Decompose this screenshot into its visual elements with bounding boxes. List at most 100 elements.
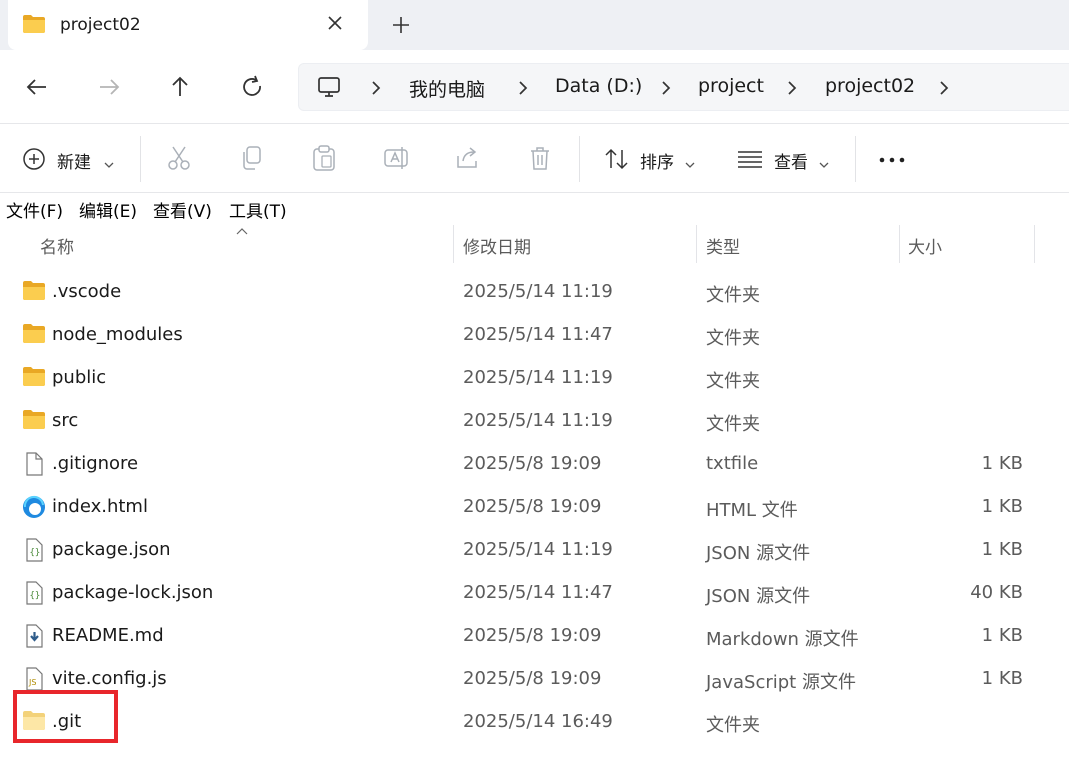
chevron-down-icon [104,154,114,173]
chevron-right-icon[interactable] [659,79,673,97]
file-name: index.html [52,496,148,517]
file-modified: 2025/5/8 19:09 [463,668,602,689]
column-header-modified[interactable]: 修改日期 [463,233,531,258]
file-name: README.md [52,625,164,646]
chevron-down-icon [819,154,829,173]
highlight-annotation-box [13,690,118,743]
svg-text:{}: {} [30,591,41,601]
tab-project02[interactable]: project02 [8,0,368,50]
more-options-icon[interactable] [878,144,908,174]
folder-icon [22,409,46,431]
file-type: txtfile [706,453,759,474]
new-tab-icon[interactable] [388,12,414,38]
new-button-label: 新建 [57,153,91,173]
delete-icon[interactable] [527,144,553,174]
file-name: package-lock.json [52,582,214,603]
file-size: 1 KB [981,668,1023,689]
toolbar-divider [579,136,580,182]
file-size: 40 KB [970,582,1023,603]
view-list-icon [737,147,763,175]
file-type: 文件夹 [706,328,760,349]
file-type: 文件夹 [706,715,760,736]
file-row[interactable]: .vscode 2025/5/14 11:19 文件夹 [0,270,1069,313]
chevron-right-icon[interactable] [937,79,951,97]
copy-icon[interactable] [239,144,265,174]
folder-icon [22,280,46,302]
cut-icon[interactable] [166,144,192,174]
text-file-icon [22,452,46,476]
file-name: public [52,367,107,388]
edge-html-icon [22,495,46,518]
file-size: 1 KB [981,453,1023,474]
toolbar-divider [140,136,141,182]
menu-tools[interactable]: 工具(T) [229,197,287,222]
column-divider[interactable] [1034,225,1035,263]
chevron-right-icon[interactable] [369,79,383,97]
markdown-file-icon [22,624,46,648]
forward-arrow-icon[interactable] [94,72,124,102]
plus-circle-icon [22,147,46,175]
menu-view[interactable]: 查看(V) [153,197,212,222]
file-row[interactable]: README.md 2025/5/8 19:09 Markdown 源文件 1 … [0,614,1069,657]
file-row[interactable]: public 2025/5/14 11:19 文件夹 [0,356,1069,399]
column-header-type[interactable]: 类型 [706,233,740,258]
file-row[interactable]: {} package-lock.json 2025/5/14 11:47 JSO… [0,571,1069,614]
back-arrow-icon[interactable] [22,72,52,102]
js-file-icon: JS [22,667,46,691]
file-name: package.json [52,539,171,560]
file-type: Markdown 源文件 [706,629,859,650]
folder-icon [22,14,46,38]
file-row[interactable]: index.html 2025/5/8 19:09 HTML 文件 1 KB [0,485,1069,528]
paste-icon[interactable] [311,144,337,174]
rename-icon[interactable] [383,144,409,174]
new-button[interactable]: 新建 [20,144,120,174]
toolbar-divider [855,136,856,182]
file-type: JSON 源文件 [706,586,811,607]
column-divider[interactable] [899,225,900,263]
file-type: HTML 文件 [706,500,798,521]
navigation-bar: 我的电脑 Data (D:) project project02 [0,50,1069,123]
file-row[interactable]: src 2025/5/14 11:19 文件夹 [0,399,1069,442]
file-type: 文件夹 [706,285,760,306]
command-bar: 新建 排序 查看 [0,123,1069,193]
file-row[interactable]: .git 2025/5/14 16:49 文件夹 [0,700,1069,743]
view-button[interactable]: 查看 [737,144,837,174]
sort-button[interactable]: 排序 [603,144,703,174]
column-header-name[interactable]: 名称 [40,233,74,258]
json-file-icon: {} [22,538,46,562]
computer-icon [317,75,341,103]
file-modified: 2025/5/14 16:49 [463,711,613,732]
file-name: .vscode [52,281,122,302]
column-divider[interactable] [696,225,697,263]
address-bar[interactable]: 我的电脑 Data (D:) project project02 [298,63,1069,111]
file-modified: 2025/5/8 19:09 [463,496,602,517]
svg-text:{}: {} [30,548,41,558]
column-header-size[interactable]: 大小 [908,233,942,258]
share-icon[interactable] [455,144,481,174]
up-arrow-icon[interactable] [165,72,195,102]
breadcrumb-data-drive[interactable]: Data (D:) [555,75,642,97]
chevron-down-icon [685,154,695,173]
file-row[interactable]: .gitignore 2025/5/8 19:09 txtfile 1 KB [0,442,1069,485]
menu-file[interactable]: 文件(F) [6,197,63,222]
breadcrumb-project02[interactable]: project02 [825,75,915,97]
refresh-icon[interactable] [237,72,267,102]
file-row[interactable]: node_modules 2025/5/14 11:47 文件夹 [0,313,1069,356]
chevron-right-icon[interactable] [785,79,799,97]
file-row[interactable]: {} package.json 2025/5/14 11:19 JSON 源文件… [0,528,1069,571]
view-button-label: 查看 [774,153,808,173]
file-name: src [52,410,79,431]
breadcrumb-project[interactable]: project [698,75,764,97]
column-divider[interactable] [453,225,454,263]
menu-edit[interactable]: 编辑(E) [79,197,137,222]
folder-icon [22,366,46,388]
sort-button-label: 排序 [640,153,674,173]
file-row[interactable]: JS vite.config.js 2025/5/8 19:09 JavaScr… [0,657,1069,700]
file-type: JSON 源文件 [706,543,811,564]
file-modified: 2025/5/14 11:19 [463,539,613,560]
close-icon[interactable] [324,12,346,34]
chevron-right-icon[interactable] [516,79,530,97]
file-modified: 2025/5/14 11:47 [463,582,613,603]
menu-bar: 文件(F) 编辑(E) 查看(V) 工具(T) [0,194,1069,222]
breadcrumb-my-computer[interactable]: 我的电脑 [409,75,485,102]
